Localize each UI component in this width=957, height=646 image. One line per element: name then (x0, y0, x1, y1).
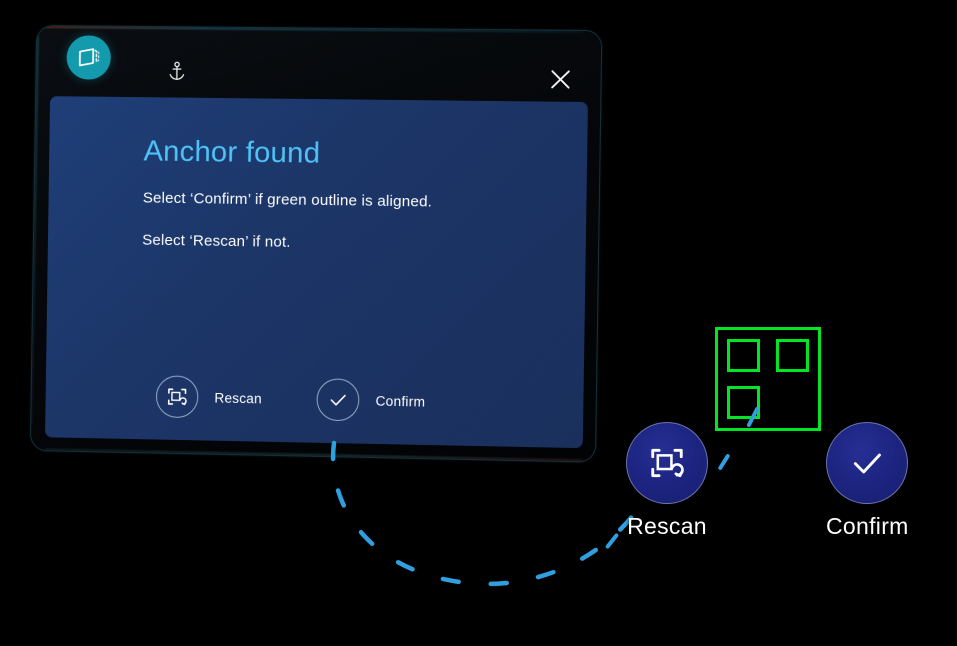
world-confirm-button[interactable] (826, 422, 908, 504)
window-edge-highlight-bottom (44, 448, 583, 462)
world-rescan-button[interactable] (626, 422, 708, 504)
window-edge-highlight-left (31, 36, 39, 427)
anchor-icon[interactable] (165, 58, 190, 84)
close-icon[interactable] (543, 62, 578, 97)
anchor-found-window: Anchor found Select ‘Confirm’ if green o… (30, 26, 602, 462)
dialog-instruction-confirm: Select ‘Confirm’ if green outline is ali… (142, 189, 433, 211)
dialog-confirm-button[interactable]: Confirm (316, 378, 425, 422)
dialog-body: Anchor found Select ‘Confirm’ if green o… (45, 96, 588, 449)
rescan-frame-refresh-icon (651, 448, 684, 478)
dialog-instruction-rescan: Select ‘Rescan’ if not. (142, 231, 291, 251)
mixed-reality-scene: Anchor found Select ‘Confirm’ if green o… (0, 0, 957, 646)
dialog-rescan-label: Rescan (214, 389, 263, 406)
dialog-action-bar: Rescan Confirm (155, 375, 426, 422)
page-title: Anchor found (143, 135, 321, 170)
dialog-confirm-label: Confirm (375, 392, 426, 410)
checkmark-icon (853, 453, 881, 474)
green-anchor-outline (715, 327, 821, 431)
dialog-rescan-button[interactable]: Rescan (155, 375, 263, 419)
window-frame: Anchor found Select ‘Confirm’ if green o… (30, 26, 602, 462)
world-rescan-label: Rescan (627, 513, 707, 539)
rescan-frame-refresh-icon (155, 375, 199, 419)
window-titlebar (36, 26, 601, 98)
connector-dash-segment (717, 453, 731, 471)
anchor-outline-corner-top-right (776, 339, 809, 372)
world-confirm-label: Confirm (826, 513, 909, 539)
hologram-panel-icon[interactable] (66, 35, 112, 80)
connector-dash-segment (604, 532, 620, 550)
anchor-outline-corner-top-left (727, 339, 760, 372)
checkmark-icon (316, 378, 360, 422)
